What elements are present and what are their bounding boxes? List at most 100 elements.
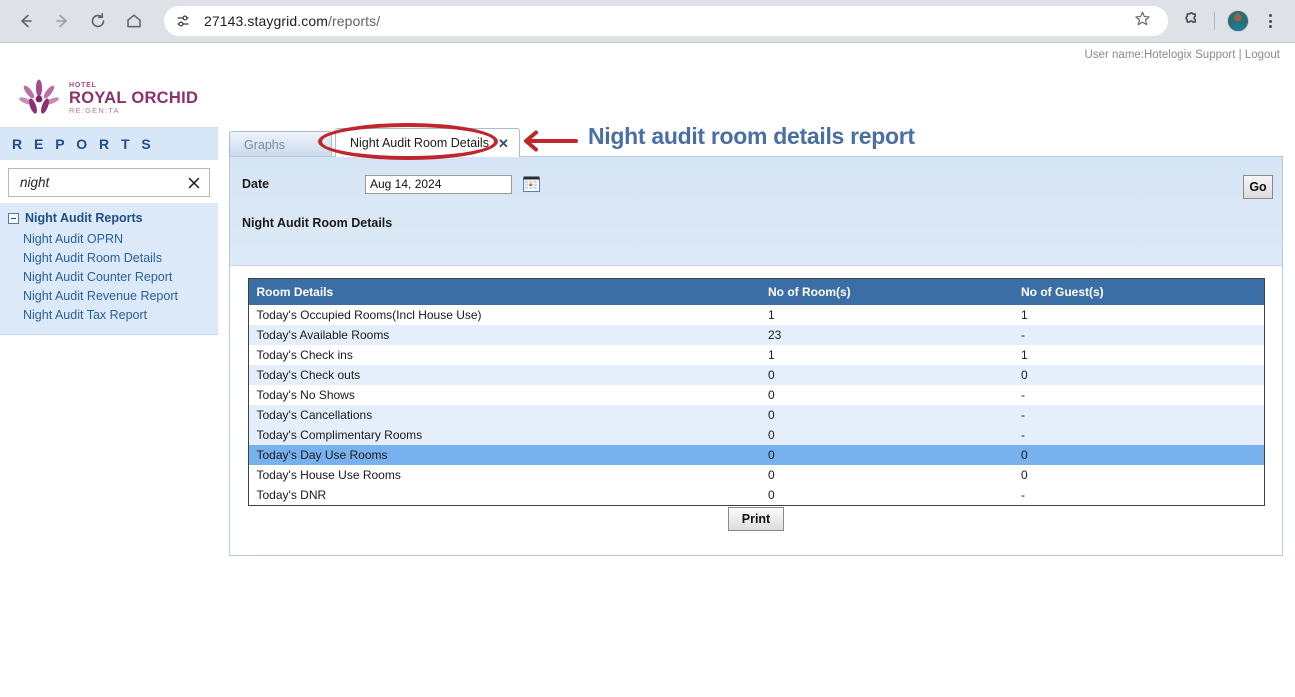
back-button[interactable] [10, 5, 42, 37]
chrome-menu-button[interactable] [1255, 6, 1285, 36]
report-table-area: Room Details No of Room(s) No of Guest(s… [230, 265, 1282, 555]
table-body: Today's Occupied Rooms(Incl House Use) 1 1… [248, 305, 1264, 506]
tab-graphs[interactable]: Graphs [229, 131, 332, 157]
cell-detail: Today's Cancellations [248, 405, 760, 425]
cell-detail: Today's Complimentary Rooms [248, 425, 760, 445]
cell-detail: Today's No Shows [248, 385, 760, 405]
table-header-row: Room Details No of Room(s) No of Guest(s… [248, 278, 1264, 305]
brand-text: HOTEL ROYAL ORCHID RE:GEN:TA [69, 82, 198, 115]
column-no-of-guests: No of Guest(s) [1013, 278, 1264, 305]
cell-detail: Today's Occupied Rooms(Incl House Use) [248, 305, 760, 325]
bookmark-button[interactable] [1128, 7, 1156, 35]
cell-rooms: 1 [760, 305, 1013, 325]
date-input[interactable] [365, 174, 512, 194]
cell-guests: - [1013, 425, 1264, 445]
url-host: 27143.staygrid.com [204, 13, 328, 29]
date-row: Date [242, 171, 1266, 197]
sidebar-item-night-audit-revenue-report[interactable]: Night Audit Revenue Report [0, 286, 218, 305]
reload-button[interactable] [82, 5, 114, 37]
cell-detail: Today's Check outs [248, 365, 760, 385]
tree-group-night-audit-reports[interactable]: Night Audit Reports [0, 209, 218, 229]
brand-name: ROYAL ORCHID [69, 88, 199, 107]
table-row[interactable]: Today's DNR 0- [248, 485, 1264, 506]
sidebar-item-night-audit-counter-report[interactable]: Night Audit Counter Report [0, 267, 218, 286]
table-row[interactable]: Today's Cancellations 0- [248, 405, 1264, 425]
table-row[interactable]: Today's House Use Rooms 0 0 [248, 465, 1264, 485]
brand-sub: RE:GEN:TA [69, 106, 120, 115]
sidebar-item-night-audit-oprn[interactable]: Night Audit OPRN [0, 229, 218, 248]
cell-rooms: 0 [760, 485, 1013, 506]
logout-link[interactable]: Logout [1245, 49, 1280, 61]
cell-guests: 1 [1013, 345, 1264, 365]
collapse-minus-icon[interactable] [8, 212, 19, 224]
site-settings-icon[interactable] [170, 8, 196, 34]
cell-detail: Today's House Use Rooms [248, 465, 760, 485]
search-input[interactable] [18, 174, 185, 191]
cell-guests: - [1013, 405, 1264, 425]
tab-night-audit-room-details[interactable]: Night Audit Room Details ✕ [335, 128, 520, 157]
user-bar-separator: | [1238, 49, 1242, 61]
table-row[interactable]: Today's Check ins 1 1 [248, 345, 1264, 365]
table-row[interactable]: Today's Occupied Rooms(Incl House Use) 1 1 [248, 305, 1264, 325]
cell-guests: 0 [1013, 465, 1264, 485]
column-room-details: Room Details [248, 278, 760, 305]
date-label: Date [242, 177, 270, 191]
cell-guests: - [1013, 485, 1264, 506]
cell-detail: Today's Check ins [248, 345, 760, 365]
cell-detail: Today's Day Use Rooms [248, 445, 760, 465]
reload-icon [89, 12, 107, 30]
table-row[interactable]: Today's Available Rooms 23- [248, 325, 1264, 345]
star-icon [1134, 10, 1151, 32]
search-area [0, 160, 218, 203]
brand-logo[interactable]: HOTEL ROYAL ORCHID RE:GEN:TA [0, 69, 218, 127]
chrome-actions [1176, 6, 1285, 36]
report-filters: Date Aug 14, 2024 Night Audit Room Detai… [230, 157, 1282, 257]
page-content: User name:Hotelogix Support | Logout HOT… [0, 43, 1295, 697]
url-path: /reports/ [327, 13, 381, 29]
table-row-selected[interactable]: Today's Day Use Rooms 0 0 [248, 445, 1264, 465]
annotation-arrow [518, 128, 580, 154]
report-table: Room Details No of Room(s) No of Guest(s… [247, 278, 1265, 506]
cell-rooms: 0 [760, 465, 1013, 485]
cell-guests: 0 [1013, 365, 1264, 385]
profile-button[interactable] [1223, 6, 1253, 36]
left-sidebar: HOTEL ROYAL ORCHID RE:GEN:TA R E P O R T… [0, 69, 218, 335]
reports-heading: R E P O R T S [0, 127, 218, 160]
address-bar[interactable]: 27143.staygrid.com/reports/ [164, 6, 1168, 36]
three-dot-menu-icon [1268, 14, 1272, 28]
user-name-label: User name:Hotelogix Support [1084, 49, 1236, 61]
orchid-flower-icon [18, 79, 60, 117]
sidebar-item-night-audit-tax-report[interactable]: Night Audit Tax Report [0, 305, 218, 324]
go-button[interactable]: Go [1243, 175, 1273, 199]
sidebar-item-night-audit-room-details[interactable]: Night Audit Room Details [0, 248, 218, 267]
print-button[interactable]: Print [727, 507, 785, 531]
forward-button[interactable] [46, 5, 78, 37]
cell-detail: Today's DNR [248, 485, 760, 506]
tree-group-label: Night Audit Reports [25, 211, 143, 225]
table-row[interactable]: Today's Check outs 0 0 [248, 365, 1264, 385]
clear-x-icon[interactable] [185, 174, 203, 192]
cell-guests: - [1013, 385, 1264, 405]
report-panel-wrap: Graphs Night Audit Room Details ✕ Date A… [229, 127, 1283, 556]
cell-detail: Today's Available Rooms [248, 325, 760, 345]
table-row[interactable]: Today's Complimentary Rooms 0- [248, 425, 1264, 445]
close-x-icon[interactable]: ✕ [498, 137, 509, 150]
cell-rooms: 23 [760, 325, 1013, 345]
back-arrow-icon [17, 12, 35, 30]
report-panel: Date Aug 14, 2024 Night Audit Room Detai… [229, 156, 1283, 556]
tab-night-audit-room-details-label: Night Audit Room Details [350, 136, 489, 150]
cell-guests: - [1013, 325, 1264, 345]
url-text: 27143.staygrid.com/reports/ [204, 13, 380, 29]
table-row[interactable]: Today's No Shows 0- [248, 385, 1264, 405]
tab-strip: Graphs Night Audit Room Details ✕ [229, 127, 1283, 157]
print-area: Print [230, 507, 1282, 531]
cell-rooms: 0 [760, 365, 1013, 385]
browser-toolbar: 27143.staygrid.com/reports/ [0, 0, 1295, 42]
toolbar-divider [1214, 12, 1215, 30]
calendar-icon[interactable] [523, 176, 540, 192]
search-box[interactable] [8, 168, 210, 197]
brand-eyebrow: HOTEL [69, 81, 97, 89]
cell-rooms: 0 [760, 385, 1013, 405]
home-button[interactable] [118, 5, 150, 37]
extensions-button[interactable] [1176, 6, 1206, 36]
